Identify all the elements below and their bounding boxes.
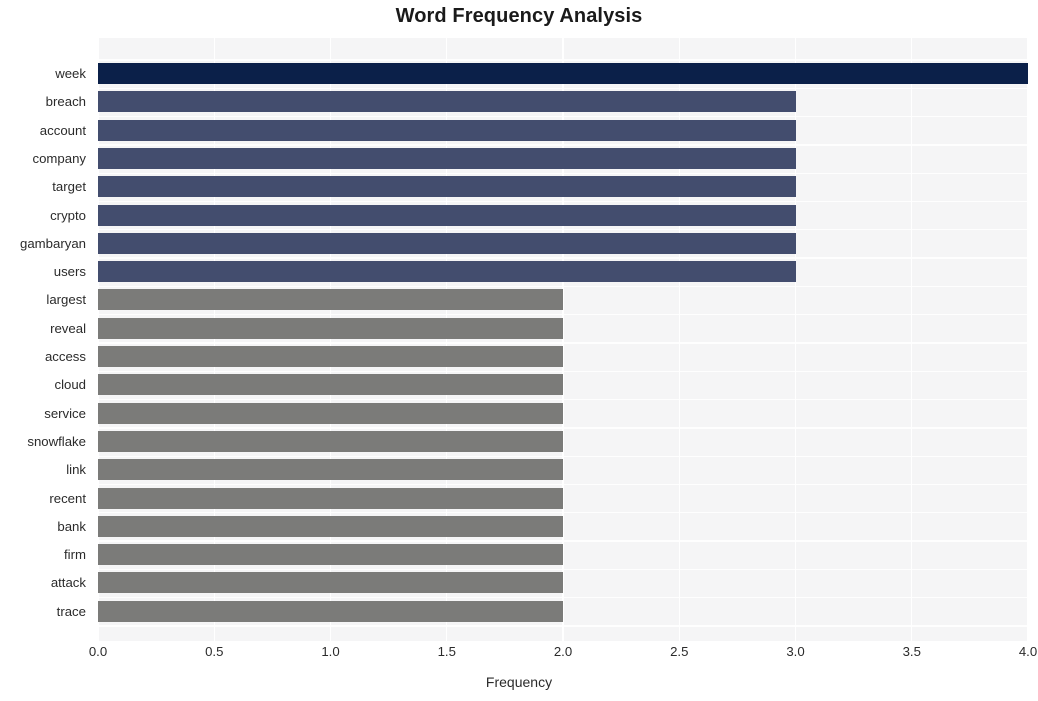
x-tick-label-1.5: 1.5 <box>437 644 456 659</box>
bar-attack <box>98 572 563 594</box>
y-tick-label-account: account <box>39 122 86 138</box>
bar-reveal <box>98 317 563 339</box>
bar-snowflake <box>98 430 563 452</box>
bar-gambaryan <box>98 232 796 254</box>
y-tick-label-firm: firm <box>64 547 86 563</box>
bar-link <box>98 459 563 481</box>
y-tick-label-cloud: cloud <box>54 377 86 393</box>
bar-trace <box>98 600 563 622</box>
x-tick-label-0.0: 0.0 <box>88 644 108 659</box>
bar-breach <box>98 91 796 113</box>
x-tick-label-3.0: 3.0 <box>786 644 805 659</box>
y-tick-label-snowflake: snowflake <box>27 433 86 449</box>
bar-crypto <box>98 204 796 226</box>
y-tick-label-crypto: crypto <box>50 207 86 223</box>
y-tick-label-company: company <box>32 150 86 166</box>
bar-cloud <box>98 374 563 396</box>
x-axis-label: Frequency <box>485 674 553 690</box>
x-tick-label-4.0: 4.0 <box>1018 644 1038 659</box>
bar-bank <box>98 515 563 537</box>
x-tick-label-2.5: 2.5 <box>670 644 689 659</box>
y-tick-label-users: users <box>53 264 86 280</box>
bar-service <box>98 402 563 424</box>
x-tick-label-1.0: 1.0 <box>321 644 340 659</box>
y-axis-tick-labels: week breach account company target crypto gamb… <box>0 38 92 641</box>
chart-figure: Word Frequency Analysis week breach accoun… <box>0 0 1038 701</box>
bar-week <box>98 63 1028 84</box>
y-tick-label-largest: largest <box>46 292 86 308</box>
x-axis-tick-labels: 0.0 0.5 1.0 1.5 2.0 2.5 3.0 3.5 4.0 <box>0 645 1038 669</box>
y-tick-label-service: service <box>44 405 86 421</box>
gridline-vertical <box>911 38 913 641</box>
y-tick-label-attack: attack <box>50 575 86 591</box>
y-tick-label-gambaryan: gambaryan <box>20 235 86 251</box>
y-tick-label-bank: bank <box>57 518 86 534</box>
bar-account <box>98 119 796 141</box>
chart-title: Word Frequency Analysis <box>395 5 643 27</box>
x-tick-label-3.5: 3.5 <box>902 644 921 659</box>
bar-target <box>98 176 796 198</box>
y-tick-label-access: access <box>44 349 86 364</box>
bar-recent <box>98 487 563 509</box>
x-tick-label-0.5: 0.5 <box>205 644 224 659</box>
y-tick-label-breach: breach <box>45 94 86 110</box>
y-tick-label-trace: trace <box>56 603 86 619</box>
bar-company <box>98 147 796 169</box>
gridline-vertical <box>1027 38 1028 641</box>
plot-area <box>98 38 1028 641</box>
bar-firm <box>98 544 563 566</box>
bar-access <box>98 346 563 367</box>
bar-largest <box>98 289 563 311</box>
y-tick-label-recent: recent <box>49 490 86 506</box>
y-tick-label-target: target <box>52 179 86 195</box>
x-tick-label-2.0: 2.0 <box>553 644 573 659</box>
y-tick-label-week: week <box>55 66 86 81</box>
y-tick-label-reveal: reveal <box>50 320 86 336</box>
y-tick-label-link: link <box>66 462 86 478</box>
bar-users <box>98 261 796 283</box>
